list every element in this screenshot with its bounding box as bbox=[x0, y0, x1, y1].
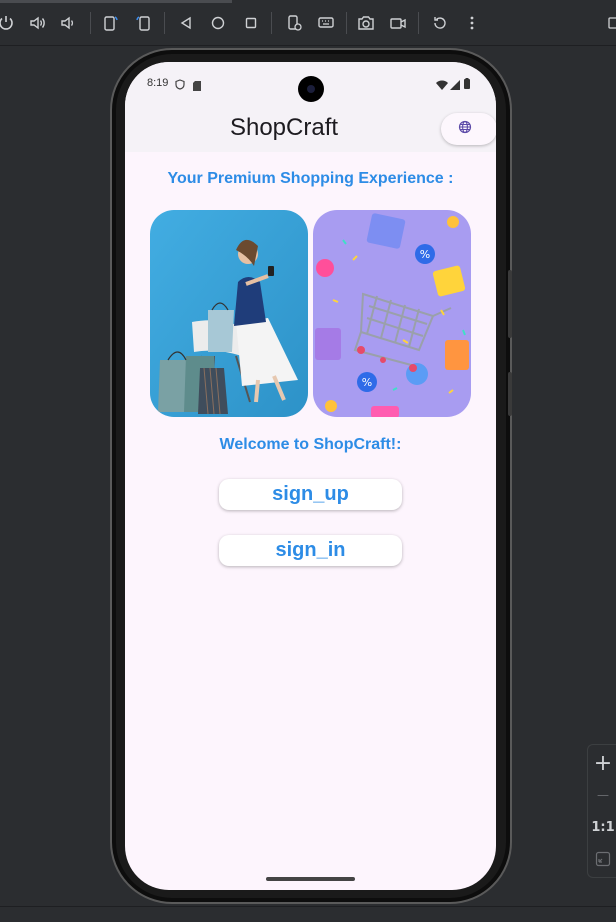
zoom-panel: + — 1:1 bbox=[587, 744, 616, 878]
rotate-left-icon[interactable] bbox=[100, 13, 120, 33]
back-icon[interactable] bbox=[176, 13, 196, 33]
status-bar: 8:19 bbox=[125, 62, 496, 104]
status-time: 8:19 bbox=[147, 77, 169, 89]
app-title: ShopCraft bbox=[229, 114, 339, 141]
svg-text:%: % bbox=[362, 376, 372, 389]
woman-shopping-photo bbox=[150, 210, 308, 417]
device-settings-icon[interactable] bbox=[284, 13, 304, 33]
sign-in-button[interactable]: sign_in bbox=[219, 535, 402, 566]
camera-icon[interactable] bbox=[356, 13, 376, 33]
home-indicator[interactable] bbox=[266, 877, 355, 881]
zoom-in-button[interactable]: + bbox=[588, 749, 616, 777]
shield-status-icon bbox=[175, 77, 185, 95]
welcome-text: Welcome to ShopCraft!: bbox=[219, 436, 402, 453]
top-progress-line bbox=[0, 0, 232, 3]
sim-status-icon bbox=[193, 78, 201, 96]
phone-volume-button bbox=[508, 270, 512, 338]
rotate-right-icon[interactable] bbox=[134, 13, 154, 33]
volume-up-icon[interactable] bbox=[27, 13, 47, 33]
video-icon[interactable] bbox=[388, 13, 408, 33]
emulator-toolbar bbox=[0, 0, 616, 46]
emulator-bottom-bar bbox=[0, 906, 616, 922]
phone-power-button bbox=[508, 372, 512, 416]
battery-icon bbox=[464, 76, 470, 94]
headline: Your Premium Shopping Experience : bbox=[167, 170, 454, 187]
globe-icon bbox=[458, 120, 472, 139]
wifi-icon bbox=[436, 77, 448, 95]
power-icon[interactable] bbox=[0, 13, 16, 33]
svg-text:%: % bbox=[420, 248, 430, 261]
zoom-out-button[interactable]: — bbox=[588, 781, 616, 809]
language-button[interactable] bbox=[441, 113, 496, 145]
more-icon[interactable] bbox=[462, 13, 482, 33]
overview-icon[interactable] bbox=[241, 13, 261, 33]
sign-up-button[interactable]: sign_up bbox=[219, 479, 402, 510]
volume-down-icon[interactable] bbox=[58, 13, 78, 33]
signal-icon bbox=[450, 77, 460, 95]
home-icon[interactable] bbox=[208, 13, 228, 33]
app-bar: ShopCraft bbox=[125, 104, 496, 152]
zoom-ratio-button[interactable]: 1:1 bbox=[588, 813, 616, 841]
phone-screen: 8:19 ShopCraft Your Premium Shopping Exp… bbox=[125, 62, 496, 890]
front-camera bbox=[298, 76, 324, 102]
shopping-cart-illustration: % % bbox=[313, 210, 471, 417]
window-icon[interactable] bbox=[604, 13, 616, 33]
keyboard-icon[interactable] bbox=[316, 13, 336, 33]
fit-screen-icon[interactable] bbox=[588, 845, 616, 873]
reset-icon[interactable] bbox=[430, 13, 450, 33]
